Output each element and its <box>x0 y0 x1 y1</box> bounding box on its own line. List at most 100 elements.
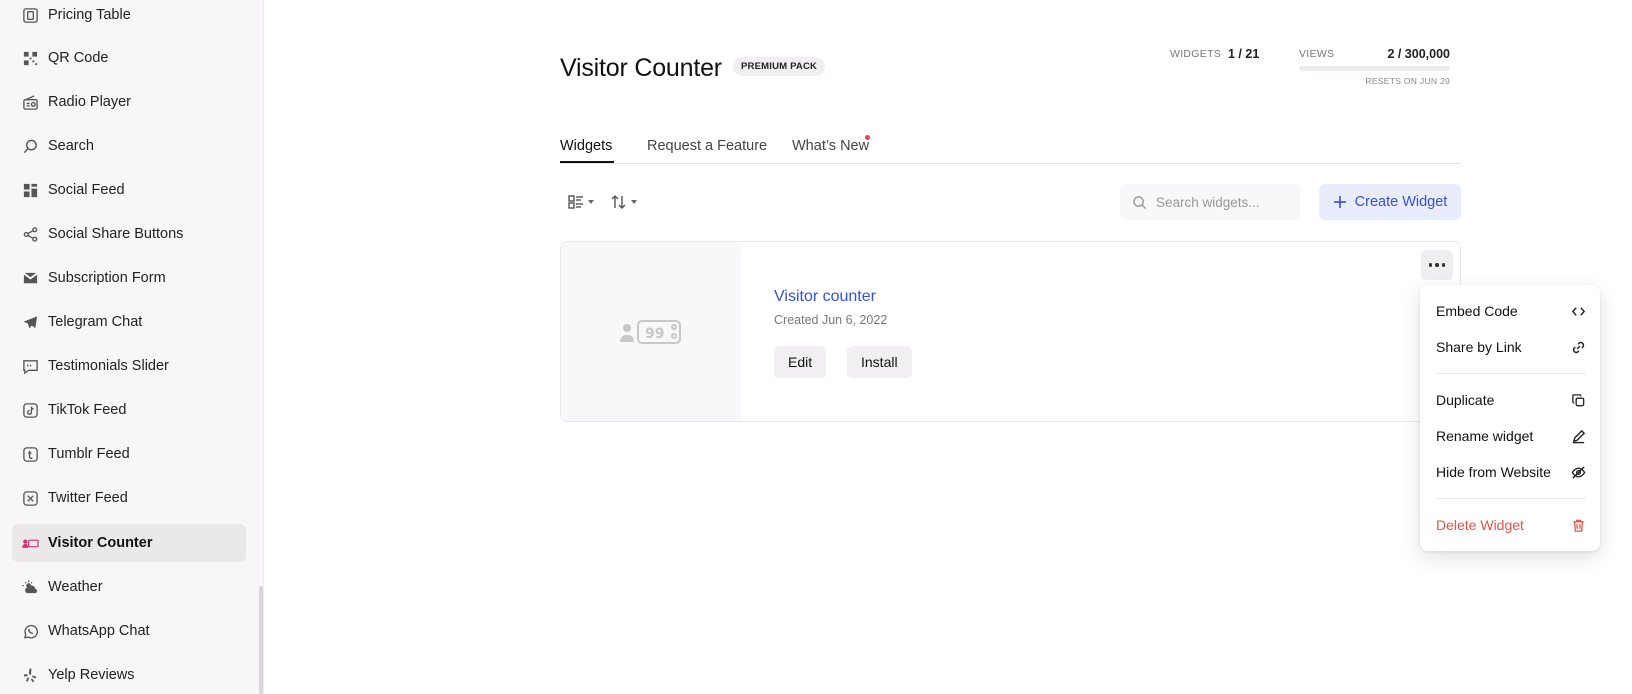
sidebar-item-label: Search <box>48 138 94 154</box>
widget-card: 99 Visitor counter Created Jun 6, 2022 E… <box>560 241 1461 422</box>
more-options-button[interactable] <box>1421 250 1453 280</box>
widget-context-menu: Embed Code Share by Link Duplicate Renam… <box>1420 285 1600 551</box>
menu-item-duplicate[interactable]: Duplicate <box>1436 387 1586 413</box>
search-icon <box>21 137 39 155</box>
sidebar-item-subscription-form[interactable]: Subscription Form <box>12 259 246 297</box>
menu-item-share-by-link[interactable]: Share by Link <box>1436 334 1586 360</box>
code-icon <box>1571 304 1586 319</box>
sidebar-item-label: Twitter Feed <box>48 490 128 506</box>
views-label: VIEWS <box>1299 48 1335 60</box>
menu-item-label: Duplicate <box>1436 392 1495 408</box>
search-icon <box>1132 195 1156 210</box>
sidebar-item-search[interactable]: Search <box>12 127 246 165</box>
layout-toggle-button[interactable] <box>567 190 594 214</box>
sidebar-item-twitter-feed[interactable]: Twitter Feed <box>12 479 246 517</box>
sidebar-item-social-feed[interactable]: Social Feed <box>12 171 246 209</box>
tab-widgets[interactable]: Widgets <box>560 138 612 154</box>
menu-divider <box>1436 373 1586 374</box>
sidebar-item-telegram-chat[interactable]: Telegram Chat <box>12 303 246 341</box>
premium-badge: PREMIUM PACK <box>733 57 826 76</box>
create-widget-button[interactable]: Create Widget <box>1319 184 1461 220</box>
sidebar-item-weather[interactable]: Weather <box>12 568 246 606</box>
sidebar-item-label: QR Code <box>48 50 109 66</box>
sidebar-item-label: Telegram Chat <box>48 314 143 330</box>
sidebar-item-label: Radio Player <box>48 94 132 110</box>
active-tab-indicator <box>560 161 614 163</box>
sidebar-item-label: Testimonials Slider <box>48 358 169 374</box>
qr-code-icon <box>21 49 39 67</box>
sidebar-item-radio-player[interactable]: Radio Player <box>12 83 246 121</box>
resets-date: RESETS ON JUN 29 <box>1365 76 1450 86</box>
share-icon <box>21 225 39 243</box>
radio-icon <box>21 93 39 111</box>
twitter-icon <box>21 489 39 507</box>
testimonial-icon <box>21 357 39 375</box>
sidebar-item-visitor-counter[interactable]: Visitor Counter <box>12 524 246 562</box>
tumblr-icon <box>21 445 39 463</box>
sidebar-item-label: Social Share Buttons <box>48 226 184 242</box>
telegram-icon <box>21 313 39 331</box>
tab-whats-new[interactable]: What’s New <box>792 138 869 154</box>
widgets-label: WIDGETS <box>1170 48 1222 60</box>
widget-thumbnail: 99 <box>561 242 741 421</box>
sidebar-item-label: Yelp Reviews <box>48 667 135 683</box>
install-button[interactable]: Install <box>847 346 912 378</box>
more-dot <box>1441 263 1446 267</box>
weather-icon <box>21 578 39 596</box>
sidebar-item-label: TikTok Feed <box>48 402 127 418</box>
menu-item-label: Embed Code <box>1436 303 1518 319</box>
sidebar-item-tiktok-feed[interactable]: TikTok Feed <box>12 391 246 429</box>
sidebar-item-label: WhatsApp Chat <box>48 623 150 639</box>
tabs-divider <box>560 163 1461 164</box>
sidebar-item-label: Visitor Counter <box>48 535 153 551</box>
menu-item-label: Rename widget <box>1436 428 1534 444</box>
whatsapp-icon <box>21 622 39 640</box>
sidebar-item-yelp-reviews[interactable]: Yelp Reviews <box>12 656 246 694</box>
list-view-icon <box>567 193 585 211</box>
menu-item-delete-widget[interactable]: Delete Widget <box>1436 512 1586 538</box>
menu-item-label: Hide from Website <box>1436 464 1551 480</box>
menu-item-label: Delete Widget <box>1436 517 1524 533</box>
visitor-counter-icon <box>21 534 39 552</box>
visitor-counter-icon: 99 <box>620 319 681 344</box>
tiktok-icon <box>21 401 39 419</box>
search-input[interactable] <box>1156 194 1296 210</box>
pricing-table-icon <box>21 6 39 24</box>
sidebar: Pricing Table QR Code Radio Player Searc… <box>0 0 264 694</box>
widgets-count: 1 / 21 <box>1228 47 1260 61</box>
trash-icon <box>1571 518 1586 533</box>
more-dot <box>1435 263 1439 267</box>
yelp-icon <box>21 666 39 684</box>
sidebar-item-social-share-buttons[interactable]: Social Share Buttons <box>12 215 246 253</box>
menu-item-hide-from-website[interactable]: Hide from Website <box>1436 459 1586 485</box>
more-dot <box>1428 263 1433 267</box>
mail-icon <box>21 269 39 287</box>
sidebar-item-qr-code[interactable]: QR Code <box>12 39 246 77</box>
sort-button[interactable] <box>610 190 637 214</box>
menu-divider <box>1436 498 1586 499</box>
sidebar-item-tumblr-feed[interactable]: Tumblr Feed <box>12 435 246 473</box>
widget-title-link[interactable]: Visitor counter <box>774 288 876 306</box>
tab-request-feature[interactable]: Request a Feature <box>647 138 767 154</box>
sidebar-item-label: Subscription Form <box>48 270 166 286</box>
views-count: 2 / 300,000 <box>1387 47 1450 61</box>
pencil-icon <box>1571 429 1586 444</box>
sidebar-item-testimonials-slider[interactable]: Testimonials Slider <box>12 347 246 385</box>
sidebar-item-label: Pricing Table <box>48 7 131 23</box>
plus-icon <box>1333 195 1347 209</box>
link-icon <box>1571 340 1586 355</box>
edit-button[interactable]: Edit <box>774 346 827 378</box>
menu-item-embed-code[interactable]: Embed Code <box>1436 298 1586 324</box>
sidebar-item-label: Tumblr Feed <box>48 446 130 462</box>
sidebar-item-pricing-table[interactable]: Pricing Table <box>12 0 246 34</box>
chevron-down-icon <box>631 200 637 204</box>
menu-item-label: Share by Link <box>1436 339 1522 355</box>
sidebar-scrollbar[interactable] <box>259 586 263 694</box>
chevron-down-icon <box>588 200 594 204</box>
sort-icon <box>610 193 628 211</box>
menu-item-rename-widget[interactable]: Rename widget <box>1436 423 1586 449</box>
sidebar-item-whatsapp-chat[interactable]: WhatsApp Chat <box>12 612 246 650</box>
duplicate-icon <box>1571 393 1586 408</box>
notification-dot <box>865 135 870 140</box>
search-box[interactable] <box>1120 184 1300 220</box>
